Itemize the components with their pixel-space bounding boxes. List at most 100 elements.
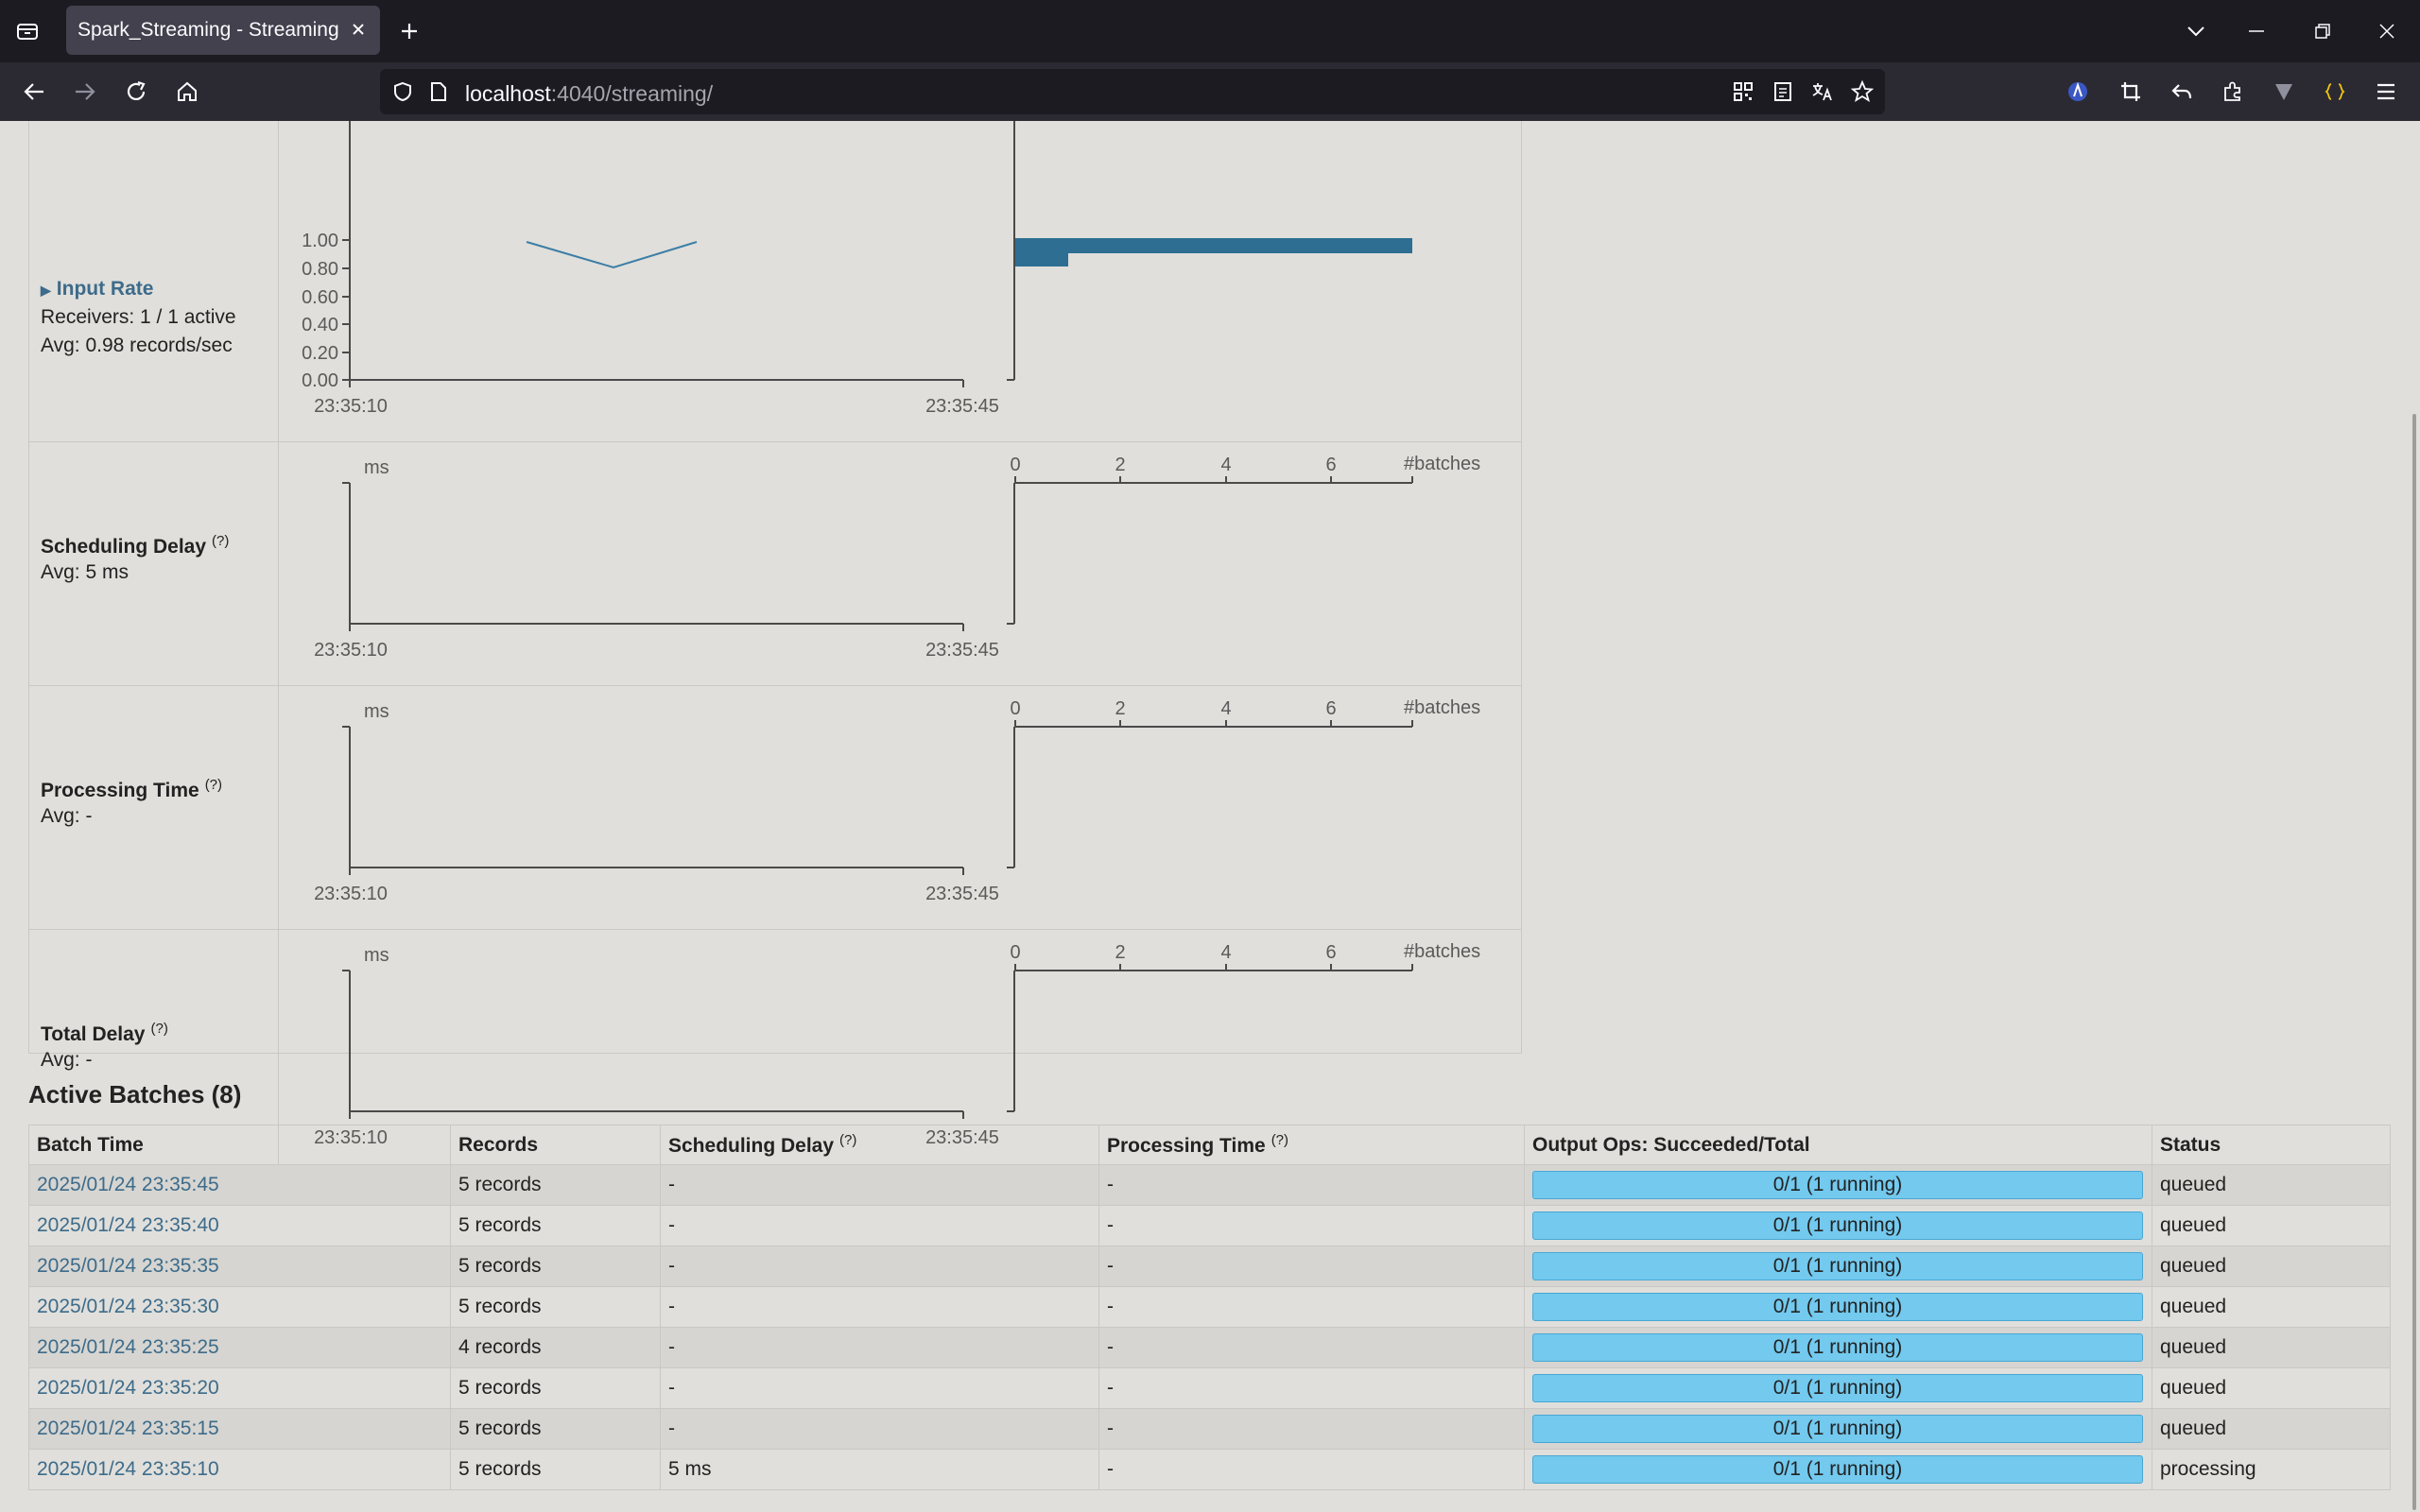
scheduling-delay-cell: - [660,1286,1099,1328]
batch-time-link[interactable]: 2025/01/24 23:35:25 [37,1336,219,1358]
scheduling-delay-chart: ms 23:35:10 23:35:45 0 2 4 6 #batches [314,454,1480,661]
batch-time-cell: 2025/01/24 23:35:40 [28,1205,451,1246]
records-cell: 5 records [450,1205,661,1246]
output-ops-progress: 0/1 (1 running) [1532,1211,2143,1240]
page-scrollbar[interactable] [2412,414,2416,1510]
chevron-down-icon[interactable] [2180,15,2212,47]
col-processing-time[interactable]: Processing Time (?) [1098,1125,1525,1165]
unit-label: ms [364,945,389,966]
batch-time-link[interactable]: 2025/01/24 23:35:40 [37,1214,219,1236]
status-cell: queued [2152,1205,2391,1246]
shield-icon[interactable] [389,78,416,105]
batches-tick: 2 [1115,455,1125,475]
output-ops-cell: 0/1 (1 running) [1524,1246,2152,1287]
home-icon[interactable] [170,75,204,109]
forward-arrow-icon[interactable] [68,75,102,109]
batch-time-cell: 2025/01/24 23:35:35 [28,1246,451,1287]
processing-time-chart: ms 23:35:10 23:35:45 0 2 4 6 #batches [314,697,1480,904]
records-cell: 5 records [450,1286,661,1328]
scheduling-delay-cell: - [660,1205,1099,1246]
output-ops-progress: 0/1 (1 running) [1532,1252,2143,1280]
restore-icon[interactable] [2307,15,2339,47]
col-batch-time[interactable]: Batch Time [28,1125,451,1165]
output-ops-progress: 0/1 (1 running) [1532,1455,2143,1484]
table-row: 2025/01/24 23:35:45 5 records - - 0/1 (1… [28,1164,2391,1206]
status-cell: queued [2152,1164,2391,1206]
json-icon[interactable] [2318,75,2352,109]
batches-tick: 4 [1220,455,1231,475]
batch-time-cell: 2025/01/24 23:35:15 [28,1408,451,1450]
table-row: 2025/01/24 23:35:15 5 records - - 0/1 (1… [28,1408,2391,1450]
translate-icon[interactable] [1809,78,1836,105]
input-rate-chart: 1.00 0.80 0.60 0.40 0.20 0.00 23:35:10 2… [302,121,1412,417]
tab-list-icon[interactable] [11,15,43,47]
input-rate-yticks: 1.00 0.80 0.60 0.40 0.20 0.00 [302,231,350,391]
col-output-ops[interactable]: Output Ops: Succeeded/Total [1524,1125,2152,1165]
batches-tick: 6 [1325,455,1336,475]
xtick-label: 23:35:10 [314,396,388,417]
ytick-label: 0.60 [302,287,338,308]
reader-view-icon[interactable] [1770,78,1796,105]
v-extension-icon[interactable] [2267,75,2301,109]
col-scheduling-delay[interactable]: Scheduling Delay (?) [660,1125,1099,1165]
batches-unit-label: #batches [1404,697,1480,718]
status-cell: queued [2152,1246,2391,1287]
undo-icon[interactable] [2165,75,2199,109]
batch-time-link[interactable]: 2025/01/24 23:35:15 [37,1418,219,1439]
status-cell: queued [2152,1367,2391,1409]
plus-icon[interactable] [393,15,425,47]
batches-unit-label: #batches [1404,941,1480,962]
ytick-label: 0.20 [302,343,338,364]
qr-code-icon[interactable] [1730,78,1756,105]
records-cell: 5 records [450,1408,661,1450]
batch-time-link[interactable]: 2025/01/24 23:35:20 [37,1377,219,1399]
col-status[interactable]: Status [2152,1125,2391,1165]
scheduling-delay-cell: - [660,1367,1099,1409]
ytick-label: 1.00 [302,231,338,251]
browser-navbar: localhost:4040/streaming/ [0,62,2420,121]
xtick-label: 23:35:45 [925,640,999,661]
close-icon[interactable] [348,19,369,40]
tab-title: Spark_Streaming - Streaming Statistics [78,19,344,41]
batch-time-link[interactable]: 2025/01/24 23:35:35 [37,1255,219,1277]
url-text[interactable]: localhost:4040/streaming/ [465,81,713,107]
batch-time-link[interactable]: 2025/01/24 23:35:45 [37,1174,219,1195]
scheduling-delay-cell: - [660,1164,1099,1206]
processing-time-cell: - [1098,1286,1525,1328]
browser-tab[interactable]: Spark_Streaming - Streaming Statistics [66,6,380,55]
active-batches-heading: Active Batches (8) [28,1080,242,1108]
xtick-label: 23:35:10 [314,884,388,904]
reload-icon[interactable] [119,75,153,109]
records-cell: 5 records [450,1367,661,1409]
batch-time-link[interactable]: 2025/01/24 23:35:30 [37,1296,219,1317]
records-cell: 5 records [450,1164,661,1206]
batches-tick: 0 [1010,942,1020,963]
extension-icon[interactable] [2061,75,2095,109]
batch-time-link[interactable]: 2025/01/24 23:35:10 [37,1458,219,1480]
output-ops-cell: 0/1 (1 running) [1524,1164,2152,1206]
page-icon[interactable] [425,78,452,105]
window-close-icon[interactable] [2371,15,2403,47]
menu-icon[interactable] [2369,75,2403,109]
scheduling-delay-cell: 5 ms [660,1449,1099,1490]
table-row: 2025/01/24 23:35:30 5 records - - 0/1 (1… [28,1286,2391,1328]
col-records[interactable]: Records [450,1125,661,1165]
batch-time-cell: 2025/01/24 23:35:20 [28,1367,451,1409]
scheduling-delay-cell: - [660,1246,1099,1287]
batches-tick: 4 [1220,698,1231,719]
ytick-label: 0.00 [302,370,338,391]
url-bar[interactable]: localhost:4040/streaming/ [380,69,1885,114]
table-row: 2025/01/24 23:35:25 4 records - - 0/1 (1… [28,1327,2391,1368]
star-icon[interactable] [1849,78,1876,105]
back-arrow-icon[interactable] [17,75,51,109]
table-row: 2025/01/24 23:35:40 5 records - - 0/1 (1… [28,1205,2391,1246]
minimize-icon[interactable] [2240,15,2273,47]
help-icon[interactable]: (?) [1271,1132,1288,1148]
puzzle-icon[interactable] [2216,75,2250,109]
processing-time-cell: - [1098,1164,1525,1206]
output-ops-progress: 0/1 (1 running) [1532,1171,2143,1199]
help-icon[interactable]: (?) [839,1132,856,1148]
crop-icon[interactable] [2114,75,2148,109]
output-ops-cell: 0/1 (1 running) [1524,1327,2152,1368]
processing-time-cell: - [1098,1449,1525,1490]
